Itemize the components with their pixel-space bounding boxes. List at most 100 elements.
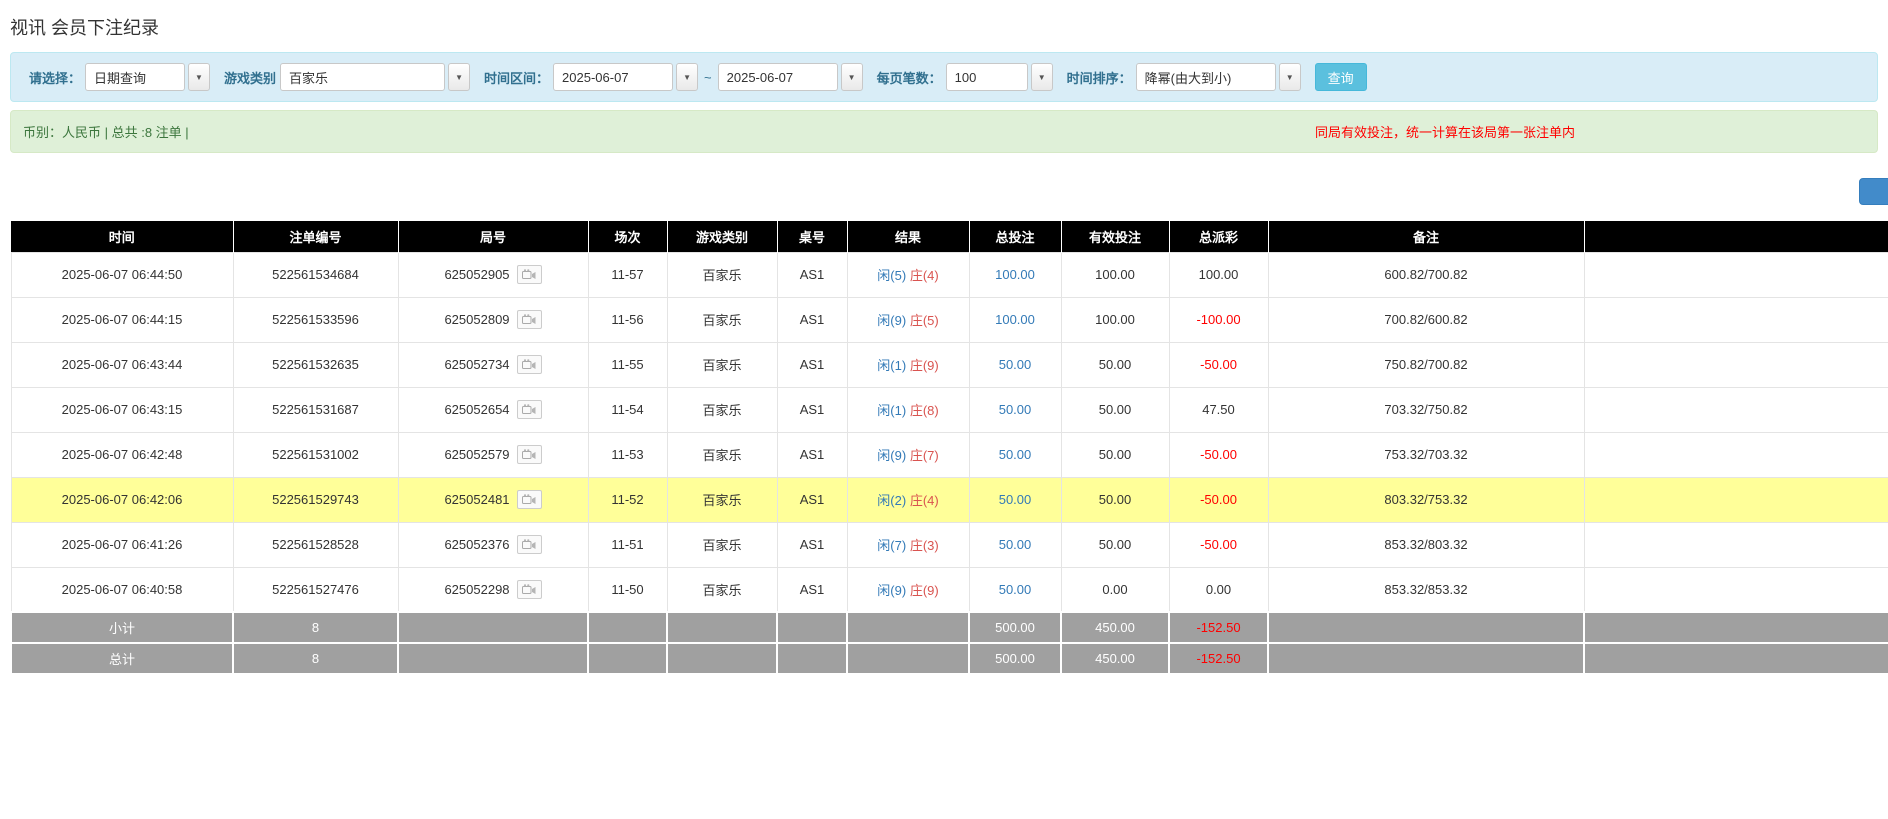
cell-note: 803.32/753.32 <box>1268 477 1584 522</box>
header-session: 场次 <box>588 221 667 252</box>
cell-result: 闲(1) 庄(8) <box>847 387 969 432</box>
date-from-value: 2025-06-07 <box>553 63 673 91</box>
cell-round: 625052905 <box>398 252 588 297</box>
summary-bar: 币别：人民币 | 总共 :8 注单 | 同局有效投注，统一计算在该局第一张注单内 <box>10 110 1878 153</box>
search-button[interactable]: 查询 <box>1315 63 1367 91</box>
chevron-down-icon[interactable]: ▼ <box>676 63 698 91</box>
cell-extra <box>1584 432 1888 477</box>
corner-action-button[interactable] <box>1859 178 1888 205</box>
cell-valid-bet: 50.00 <box>1061 387 1169 432</box>
cell-bet-id: 522561534684 <box>233 252 398 297</box>
subtotal-valid-bet: 450.00 <box>1061 612 1169 643</box>
video-icon[interactable] <box>517 355 542 374</box>
page-size-select[interactable]: 100 ▼ <box>946 63 1053 91</box>
game-type-label: 游戏类别 <box>224 68 276 87</box>
total-bet-link[interactable]: 50.00 <box>999 447 1032 462</box>
video-icon[interactable] <box>517 265 542 284</box>
video-icon[interactable] <box>517 580 542 599</box>
total-bet-link[interactable]: 50.00 <box>999 492 1032 507</box>
cell-bet-id: 522561529743 <box>233 477 398 522</box>
total-bet-link[interactable]: 50.00 <box>999 357 1032 372</box>
cell-time: 2025-06-07 06:44:15 <box>11 297 233 342</box>
time-range-label: 时间区间： <box>484 68 549 87</box>
cell-payout: 0.00 <box>1169 567 1268 612</box>
cell-round: 625052579 <box>398 432 588 477</box>
table-row: 2025-06-07 06:44:15522561533596625052809… <box>11 297 1888 342</box>
cell-payout: -100.00 <box>1169 297 1268 342</box>
sort-value: 降幂(由大到小) <box>1136 63 1276 91</box>
subtotal-row: 小计 8 500.00 450.00 -152.50 <box>11 612 1888 643</box>
page-title: 视讯 会员下注纪录 <box>0 0 1888 52</box>
cell-game-type: 百家乐 <box>667 252 777 297</box>
cell-round: 625052481 <box>398 477 588 522</box>
cell-game-type: 百家乐 <box>667 342 777 387</box>
total-bet-link[interactable]: 100.00 <box>995 312 1035 327</box>
total-bet-link[interactable]: 100.00 <box>995 267 1035 282</box>
page-size-value: 100 <box>946 63 1028 91</box>
total-bet-link[interactable]: 50.00 <box>999 537 1032 552</box>
cell-table-no: AS1 <box>777 432 847 477</box>
table-area: 时间 注单编号 局号 场次 游戏类别 桌号 结果 总投注 有效投注 总派彩 备注… <box>10 221 1888 675</box>
query-type-select[interactable]: 日期查询 ▼ <box>85 63 210 91</box>
range-separator: ~ <box>704 70 712 85</box>
cell-result: 闲(2) 庄(4) <box>847 477 969 522</box>
cell-session: 11-50 <box>588 567 667 612</box>
chevron-down-icon[interactable]: ▼ <box>841 63 863 91</box>
total-payout: -152.50 <box>1169 643 1268 674</box>
chevron-down-icon[interactable]: ▼ <box>188 63 210 91</box>
cell-total-bet: 100.00 <box>969 297 1061 342</box>
subtotal-label: 小计 <box>11 612 233 643</box>
chevron-down-icon[interactable]: ▼ <box>1031 63 1053 91</box>
cell-game-type: 百家乐 <box>667 477 777 522</box>
sort-select[interactable]: 降幂(由大到小) ▼ <box>1136 63 1301 91</box>
header-bet-id: 注单编号 <box>233 221 398 252</box>
table-row: 2025-06-07 06:43:15522561531687625052654… <box>11 387 1888 432</box>
date-to-select[interactable]: 2025-06-07 ▼ <box>718 63 863 91</box>
total-bet-link[interactable]: 50.00 <box>999 582 1032 597</box>
query-type-value: 日期查询 <box>85 63 185 91</box>
cell-table-no: AS1 <box>777 252 847 297</box>
cell-extra <box>1584 477 1888 522</box>
cell-bet-id: 522561531687 <box>233 387 398 432</box>
table-row: 2025-06-07 06:42:48522561531002625052579… <box>11 432 1888 477</box>
total-label: 总计 <box>11 643 233 674</box>
cell-session: 11-57 <box>588 252 667 297</box>
video-icon[interactable] <box>517 535 542 554</box>
cell-total-bet: 100.00 <box>969 252 1061 297</box>
cell-valid-bet: 50.00 <box>1061 432 1169 477</box>
currency-summary-text: 币别：人民币 | 总共 :8 注单 | <box>23 122 189 141</box>
game-type-value: 百家乐 <box>280 63 445 91</box>
cell-note: 700.82/600.82 <box>1268 297 1584 342</box>
total-count: 8 <box>233 643 398 674</box>
cell-table-no: AS1 <box>777 522 847 567</box>
video-icon[interactable] <box>517 445 542 464</box>
cell-extra <box>1584 387 1888 432</box>
game-type-select[interactable]: 百家乐 ▼ <box>280 63 470 91</box>
cell-result: 闲(9) 庄(5) <box>847 297 969 342</box>
video-icon[interactable] <box>517 310 542 329</box>
table-body: 2025-06-07 06:44:50522561534684625052905… <box>11 252 1888 612</box>
video-icon[interactable] <box>517 400 542 419</box>
cell-session: 11-53 <box>588 432 667 477</box>
chevron-down-icon[interactable]: ▼ <box>1279 63 1301 91</box>
cell-game-type: 百家乐 <box>667 522 777 567</box>
total-bet-link[interactable]: 50.00 <box>999 402 1032 417</box>
cell-result: 闲(1) 庄(9) <box>847 342 969 387</box>
cell-time: 2025-06-07 06:44:50 <box>11 252 233 297</box>
date-to-value: 2025-06-07 <box>718 63 838 91</box>
cell-note: 853.32/853.32 <box>1268 567 1584 612</box>
cell-extra <box>1584 252 1888 297</box>
cell-round: 625052654 <box>398 387 588 432</box>
total-valid-bet: 450.00 <box>1061 643 1169 674</box>
cell-extra <box>1584 567 1888 612</box>
cell-round: 625052809 <box>398 297 588 342</box>
cell-note: 753.32/703.32 <box>1268 432 1584 477</box>
cell-extra <box>1584 522 1888 567</box>
date-from-select[interactable]: 2025-06-07 ▼ <box>553 63 698 91</box>
cell-note: 703.32/750.82 <box>1268 387 1584 432</box>
cell-total-bet: 50.00 <box>969 432 1061 477</box>
page-size-label: 每页笔数： <box>877 68 942 87</box>
video-icon[interactable] <box>517 490 542 509</box>
chevron-down-icon[interactable]: ▼ <box>448 63 470 91</box>
subtotal-count: 8 <box>233 612 398 643</box>
